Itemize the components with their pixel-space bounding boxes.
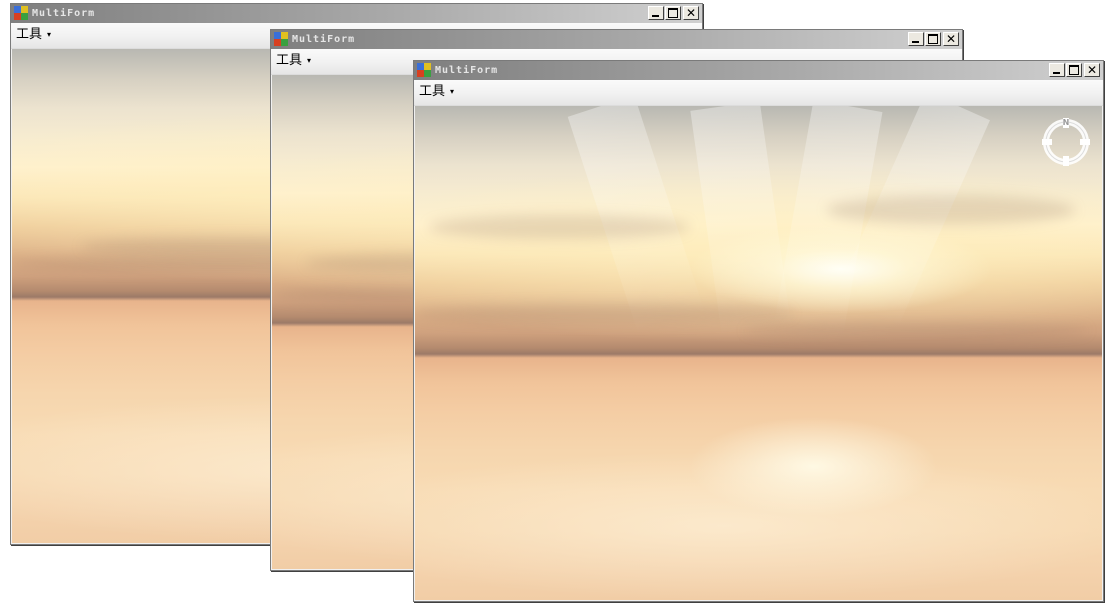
title-bar[interactable]: MultiForm ✕ [414,61,1103,80]
window-title: MultiForm [32,8,96,19]
maximize-button[interactable] [1066,63,1082,77]
cloud-band [827,194,1075,225]
title-bar[interactable]: MultiForm ✕ [11,4,702,23]
scene-viewport[interactable]: N [415,106,1102,600]
app-icon[interactable] [417,63,431,77]
menu-bar: 工具 ▾ [414,80,1103,106]
cloud-band [744,323,1089,339]
close-button[interactable]: ✕ [1084,63,1100,77]
dropdown-caret-icon: ▾ [450,87,455,96]
close-icon: ✕ [945,32,957,46]
close-icon: ✕ [1086,63,1098,77]
dropdown-caret-icon: ▾ [47,30,52,39]
close-button[interactable]: ✕ [683,6,699,20]
window-controls: ✕ [647,6,699,20]
menu-tools-label: 工具 [419,84,446,99]
menu-tools[interactable]: 工具 ▾ [419,84,454,100]
cloud-band [428,214,690,240]
close-icon: ✕ [685,6,697,20]
window-title: MultiForm [435,65,499,76]
compass-icon[interactable]: N [1038,112,1094,168]
title-bar[interactable]: MultiForm ✕ [271,30,962,49]
maximize-button[interactable] [665,6,681,20]
app-icon[interactable] [274,32,288,46]
dropdown-caret-icon: ▾ [307,56,312,65]
compass-north-label: N [1063,118,1070,127]
window-controls: ✕ [907,32,959,46]
menu-tools-label: 工具 [276,53,303,68]
minimize-button[interactable] [648,6,664,20]
app-icon[interactable] [14,6,28,20]
close-button[interactable]: ✕ [943,32,959,46]
multiform-window-3[interactable]: MultiForm ✕ 工具 ▾ N [413,60,1104,602]
menu-tools-label: 工具 [16,27,43,42]
menu-tools[interactable]: 工具 ▾ [16,27,51,43]
minimize-button[interactable] [908,32,924,46]
minimize-button[interactable] [1049,63,1065,77]
cloud-band [415,303,793,324]
light-ray [690,106,792,336]
window-title: MultiForm [292,34,356,45]
menu-tools[interactable]: 工具 ▾ [276,53,311,69]
maximize-button[interactable] [925,32,941,46]
window-controls: ✕ [1048,63,1100,77]
